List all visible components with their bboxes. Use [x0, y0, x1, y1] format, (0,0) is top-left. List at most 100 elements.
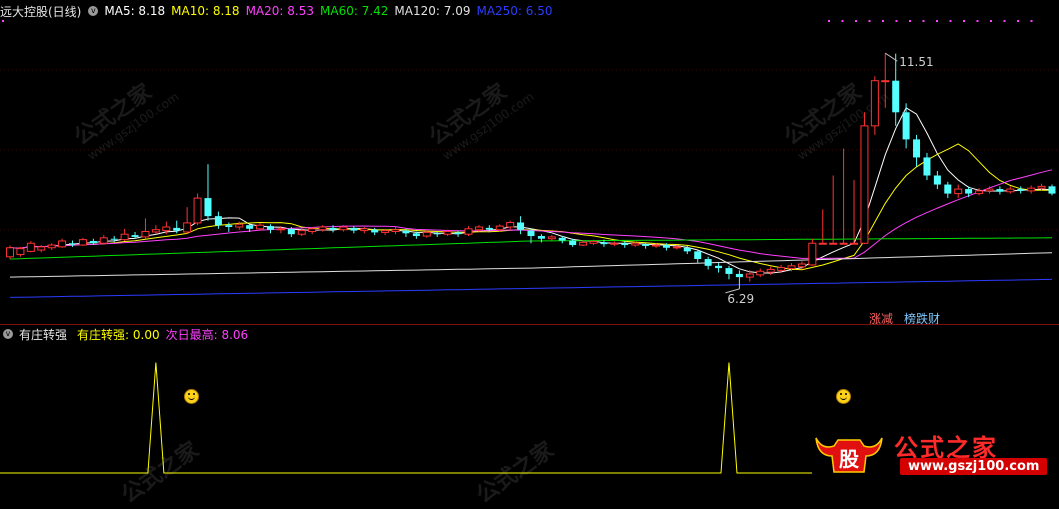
candle-body-down — [569, 240, 577, 246]
candle-body-up — [506, 221, 515, 228]
candle-body-up — [308, 228, 317, 233]
candle-body-up — [120, 233, 129, 241]
candle-body-up — [193, 197, 202, 224]
candle-body-down — [1017, 189, 1025, 191]
candle-body-up — [422, 231, 431, 237]
svg-text:股: 股 — [839, 447, 859, 471]
candle-body-up — [870, 80, 879, 127]
candle-body-up — [1006, 188, 1015, 193]
candle-body-down — [412, 233, 420, 237]
candle-body-up — [381, 230, 390, 233]
ma5-line — [9, 107, 1053, 274]
candle-body-up — [276, 228, 285, 231]
smiley-icon — [836, 389, 851, 404]
stock-chart-svg: 11.51 6.29 — [0, 20, 1059, 474]
signal-dot — [949, 20, 952, 22]
sub-chart-title: 有庄转强 — [19, 327, 68, 342]
signal-dot — [976, 20, 979, 22]
candle-body-down — [485, 227, 493, 230]
candle-body-up — [756, 270, 765, 276]
candle-body-down — [204, 198, 212, 217]
candle-body-up — [26, 242, 35, 252]
candle-body-down — [923, 157, 931, 176]
candle-body-up — [850, 242, 859, 245]
candle-body-up — [787, 265, 796, 270]
candle-body-down — [89, 240, 97, 244]
candle-body-down — [517, 222, 525, 230]
candle-body-down — [913, 139, 921, 158]
candle-body-up — [547, 236, 556, 240]
candle-body-down — [621, 243, 629, 246]
candle-body-up — [360, 228, 369, 232]
candle-body-down — [69, 243, 77, 245]
signal-dot — [855, 20, 857, 22]
low-label: 6.29 — [727, 292, 754, 306]
collapse-toggle-icon[interactable]: v — [3, 329, 13, 339]
candle-body-down — [600, 242, 608, 245]
candle-body-down — [246, 225, 254, 229]
candle-body-up — [860, 125, 869, 244]
candle-body-down — [454, 232, 462, 235]
candle-body-down — [642, 244, 650, 246]
candle-body-down — [735, 273, 743, 278]
candle-body-up — [235, 223, 244, 228]
candle-body-down — [662, 245, 670, 248]
indicator-line — [0, 362, 812, 474]
brand-url: www.gszj100.com — [900, 458, 1048, 475]
candle-body-down — [1048, 186, 1056, 194]
candle-body-up — [631, 242, 640, 246]
candle-body-up — [1027, 187, 1036, 192]
candle-body-up — [829, 242, 838, 245]
signal-dot — [882, 20, 884, 22]
candle-body-up — [297, 230, 306, 235]
candle-body-up — [985, 188, 994, 192]
candle-body-up — [579, 241, 588, 246]
signal-dot — [828, 20, 830, 22]
candle-body-up — [443, 231, 452, 235]
candle-body-down — [558, 237, 566, 241]
signal-dot — [1030, 20, 1033, 22]
candle-body-up — [766, 268, 775, 273]
sub-legend: v 有庄转强 有庄转强: 0.00 次日最高: 8.06 — [0, 324, 254, 344]
candle-body-down — [933, 175, 941, 185]
candle-body-up — [183, 222, 192, 233]
candle-body-down — [965, 189, 973, 194]
candle-body-down — [350, 227, 358, 231]
signal-dot — [909, 20, 911, 22]
candle-body-down — [715, 265, 723, 269]
candle-body-down — [944, 184, 952, 194]
signal-dot — [922, 20, 925, 22]
signal-dot — [2, 20, 4, 22]
candle-body-up — [808, 242, 817, 266]
signal-dot — [895, 20, 898, 22]
candle-body-down — [694, 251, 702, 260]
candle-body-up — [391, 229, 400, 233]
bull-logo-icon: 股 — [815, 437, 883, 473]
candle-body-down — [892, 80, 900, 113]
ma20-line — [9, 169, 1053, 259]
candle-body-down — [902, 112, 910, 140]
candle-body-up — [58, 240, 67, 248]
candle-body-up — [839, 242, 848, 245]
candle-body-up — [975, 190, 984, 195]
candle-body-up — [652, 244, 661, 247]
candle-body-up — [589, 240, 598, 244]
ma10-line — [9, 143, 1052, 271]
signal-dot — [990, 20, 992, 22]
candle-body-up — [47, 244, 56, 249]
signal-dot — [841, 20, 844, 22]
candle-body-up — [141, 231, 150, 238]
candle-body-up — [256, 224, 265, 230]
candle-body-down — [683, 247, 691, 252]
candle-body-down — [131, 235, 139, 237]
candle-body-down — [267, 226, 274, 230]
candle-body-down — [329, 227, 337, 230]
candle-body-down — [527, 230, 535, 237]
candle-body-down — [704, 259, 712, 266]
candle-body-down — [110, 238, 118, 240]
candle-body-up — [318, 226, 327, 231]
candle-body-down — [225, 225, 233, 227]
high-label: 11.51 — [899, 55, 933, 69]
signal-dot — [868, 20, 871, 22]
candle-body-up — [881, 80, 890, 83]
